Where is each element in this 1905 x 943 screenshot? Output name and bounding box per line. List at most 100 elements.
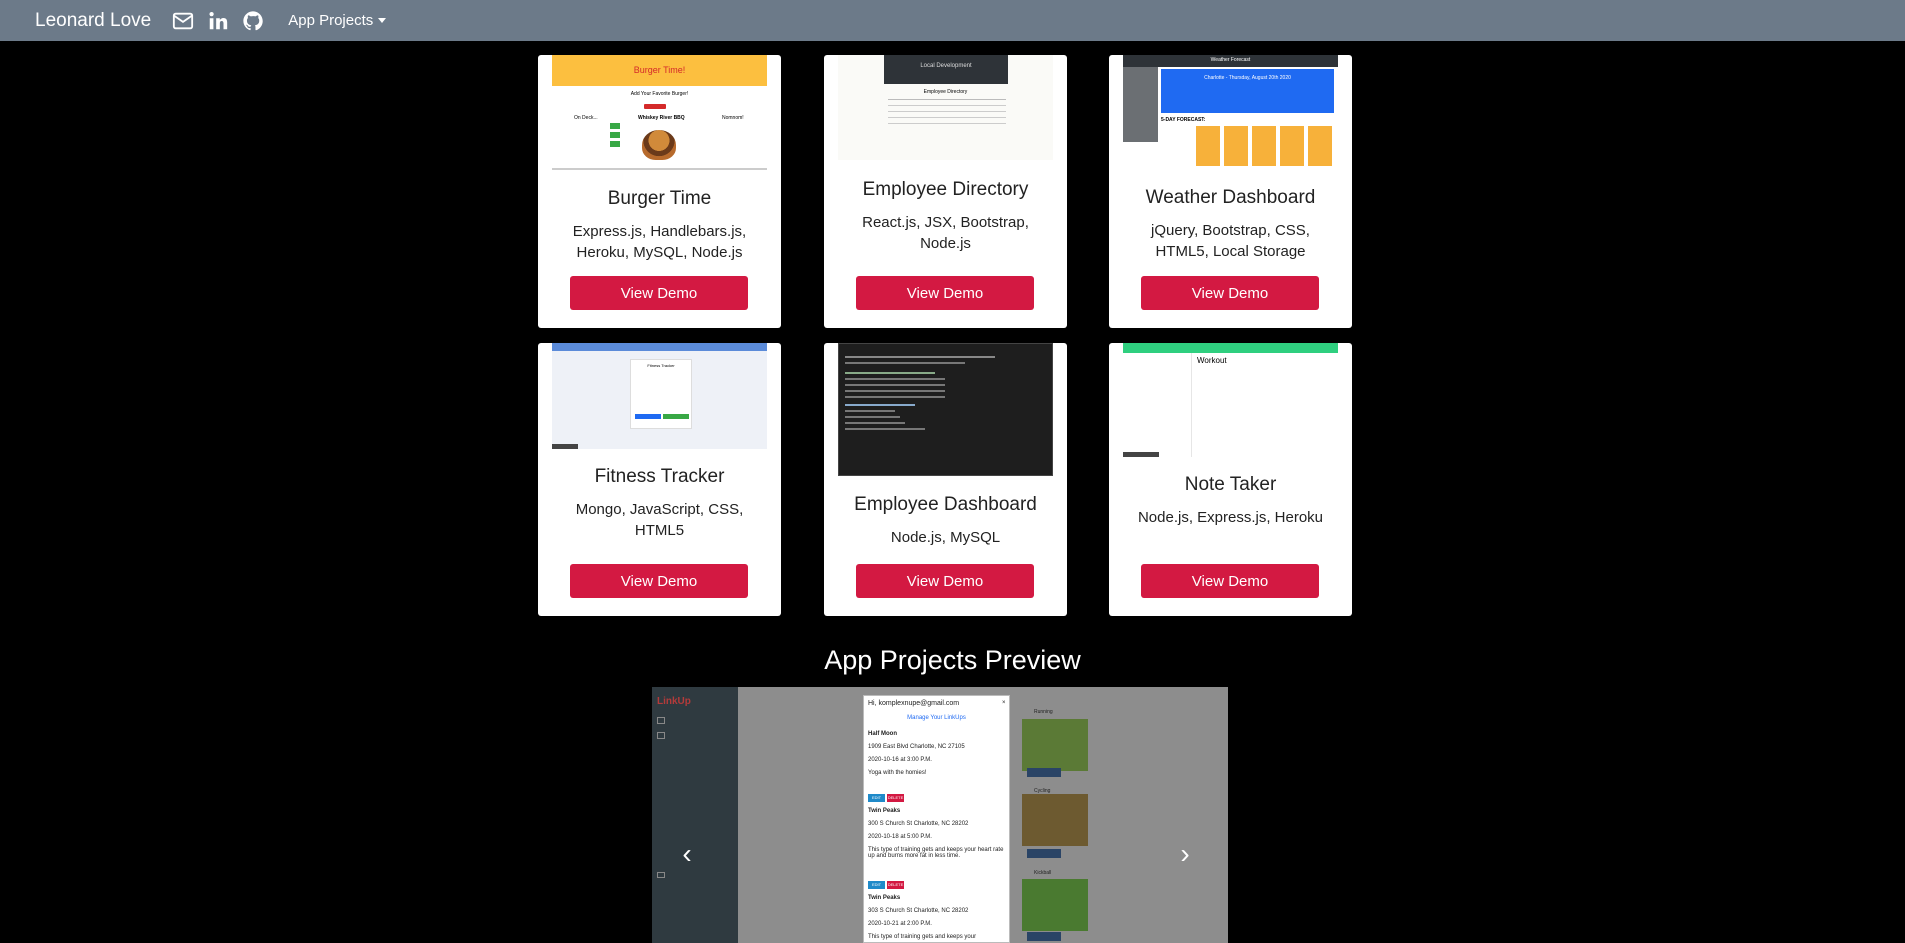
modal-close-icon[interactable]: × bbox=[1002, 700, 1006, 706]
projects-carousel[interactable]: LinkUp Running Cycling Kickball Hi, komp… bbox=[652, 687, 1228, 943]
carousel-next-icon[interactable]: › bbox=[1170, 838, 1200, 869]
entry-name: Half Moon bbox=[868, 731, 897, 737]
card-title: Note Taker bbox=[1184, 474, 1277, 495]
thumb-btn bbox=[635, 414, 661, 419]
thumb-row bbox=[888, 123, 1006, 124]
view-demo-button[interactable]: View Demo bbox=[1141, 276, 1319, 310]
terminal-line bbox=[845, 428, 925, 430]
view-linkups-button[interactable] bbox=[1027, 932, 1061, 941]
entry-when: 2020-10-18 at 5:00 P.M. bbox=[868, 834, 932, 840]
thumb-row bbox=[888, 105, 1006, 106]
thumb-statusbar bbox=[1123, 452, 1159, 457]
sidebar-logout-icon bbox=[657, 872, 665, 878]
tile-label: Cycling bbox=[1034, 788, 1051, 794]
project-card-employee-directory: Local Development Employee Directory Emp… bbox=[824, 55, 1067, 328]
entry-what: This type of training gets and keeps you… bbox=[868, 847, 1004, 859]
fitness-tracker-screenshot: Fitness Tracker bbox=[552, 343, 767, 449]
card-tech: Express.js, Handlebars.js, Heroku, MySQL… bbox=[572, 223, 747, 261]
card-title: Employee Directory bbox=[862, 179, 1029, 200]
thumb-green-btn bbox=[610, 132, 620, 138]
mail-icon[interactable] bbox=[171, 9, 195, 33]
view-demo-button[interactable]: View Demo bbox=[856, 564, 1034, 598]
terminal-line bbox=[845, 384, 945, 386]
manage-linkups-link[interactable]: Manage Your LinkUps bbox=[864, 715, 1009, 721]
terminal-line bbox=[845, 416, 900, 418]
github-icon[interactable] bbox=[241, 9, 265, 33]
terminal-line bbox=[845, 356, 995, 358]
project-card-weather-dashboard: Weather Forecast Charlotte - Thursday, A… bbox=[1109, 55, 1352, 328]
view-demo-button[interactable]: View Demo bbox=[1141, 564, 1319, 598]
carousel-prev-icon[interactable]: ‹ bbox=[672, 838, 702, 869]
thumb-statusbar bbox=[552, 444, 578, 449]
entry-where: 303 S Church St Charlotte, NC 28202 bbox=[868, 908, 969, 914]
cycling-tile-image bbox=[1022, 794, 1088, 846]
edit-button[interactable]: EDIT bbox=[868, 794, 885, 802]
thumb-prompt: Add Your Favorite Burger! bbox=[630, 91, 689, 97]
kickball-tile-image bbox=[1022, 879, 1088, 931]
view-demo-button[interactable]: View Demo bbox=[570, 564, 748, 598]
terminal-line bbox=[845, 396, 945, 398]
dropdown-label: App Projects bbox=[288, 12, 374, 29]
project-card-burger-time: Burger Time! Add Your Favorite Burger! O… bbox=[538, 55, 781, 328]
thumb-header: Weather Forecast bbox=[1123, 55, 1338, 67]
view-demo-button[interactable]: View Demo bbox=[570, 276, 748, 310]
thumb-city: Charlotte - Thursday, August 20th 2020 bbox=[1161, 69, 1334, 113]
thumb-forecast-day bbox=[1224, 126, 1248, 166]
thumb-header: Burger Time! bbox=[552, 55, 767, 86]
thumb-row bbox=[888, 111, 1006, 112]
entry-where: 300 S Church St Charlotte, NC 28202 bbox=[868, 821, 969, 827]
linkedin-icon[interactable] bbox=[206, 9, 230, 33]
view-linkups-button[interactable] bbox=[1027, 768, 1061, 777]
view-linkups-button[interactable] bbox=[1027, 849, 1061, 858]
entry-what: Yoga with the homies! bbox=[868, 770, 927, 776]
project-card-fitness-tracker: Fitness Tracker Fitness Tracker Mongo, J… bbox=[538, 343, 781, 616]
thumb-forecast-day bbox=[1308, 126, 1332, 166]
card-tech: Node.js, Express.js, Heroku bbox=[1137, 509, 1324, 526]
entry-when: 2020-10-16 at 3:00 P.M. bbox=[868, 757, 932, 763]
thumb-header: Local Development bbox=[884, 55, 1008, 84]
thumb-sidebar bbox=[1123, 67, 1158, 142]
employee-directory-screenshot: Local Development Employee Directory bbox=[838, 55, 1053, 160]
thumb-btn bbox=[663, 414, 689, 419]
card-title: Burger Time bbox=[607, 188, 712, 209]
terminal-line bbox=[845, 362, 965, 364]
entry-where: 1909 East Blvd Charlotte, NC 27105 bbox=[868, 744, 965, 750]
thumb-right-heading: Nomnom! bbox=[722, 115, 744, 121]
thumb-forecast-day bbox=[1252, 126, 1276, 166]
edit-button[interactable]: EDIT bbox=[868, 881, 885, 889]
terminal-line bbox=[845, 378, 945, 380]
thumb-form: Fitness Tracker bbox=[630, 359, 692, 429]
thumb-green-btn bbox=[610, 123, 620, 129]
thumb-divider bbox=[1191, 353, 1192, 457]
weather-dashboard-screenshot: Weather Forecast Charlotte - Thursday, A… bbox=[1123, 55, 1338, 169]
thumb-forecast-day bbox=[1196, 126, 1220, 166]
app-projects-dropdown[interactable]: App Projects bbox=[288, 12, 387, 29]
view-demo-button[interactable]: View Demo bbox=[856, 276, 1034, 310]
preview-app-logo: LinkUp bbox=[657, 696, 691, 707]
thumb-header: Fitness Tracker bbox=[647, 363, 675, 368]
terminal-line bbox=[845, 422, 905, 424]
terminal-line bbox=[845, 372, 935, 374]
employee-dashboard-screenshot bbox=[838, 343, 1053, 476]
project-card-employee-dashboard: Employee Dashboard Node.js, MySQL View D… bbox=[824, 343, 1067, 616]
card-title: Employee Dashboard bbox=[854, 494, 1037, 515]
burger-image bbox=[642, 130, 676, 160]
thumb-green-btn bbox=[610, 141, 620, 147]
card-tech: Node.js, MySQL bbox=[890, 529, 1001, 546]
thumb-forecast-label: 5-DAY FORECAST: bbox=[1161, 117, 1206, 123]
entry-name: Twin Peaks bbox=[868, 808, 901, 814]
thumb-middle-heading: Whiskey River BBQ bbox=[638, 115, 685, 121]
terminal-line bbox=[845, 404, 915, 406]
running-tile-image bbox=[1022, 719, 1088, 771]
thumb-topbar bbox=[1123, 343, 1338, 353]
entry-what: This type of training gets and keeps you… bbox=[868, 934, 977, 940]
preview-app-sidebar: LinkUp bbox=[652, 687, 738, 943]
modal-greeting: Hi, komplexnupe@gmail.com bbox=[868, 700, 960, 707]
brand-name[interactable]: Leonard Love bbox=[35, 10, 151, 32]
delete-button[interactable]: DELETE bbox=[887, 881, 904, 889]
caret-down-icon bbox=[378, 18, 387, 23]
delete-button[interactable]: DELETE bbox=[887, 794, 904, 802]
entry-name: Twin Peaks bbox=[868, 895, 901, 901]
thumb-left-heading: On Deck... bbox=[574, 115, 598, 121]
tile-label: Kickball bbox=[1034, 870, 1052, 876]
